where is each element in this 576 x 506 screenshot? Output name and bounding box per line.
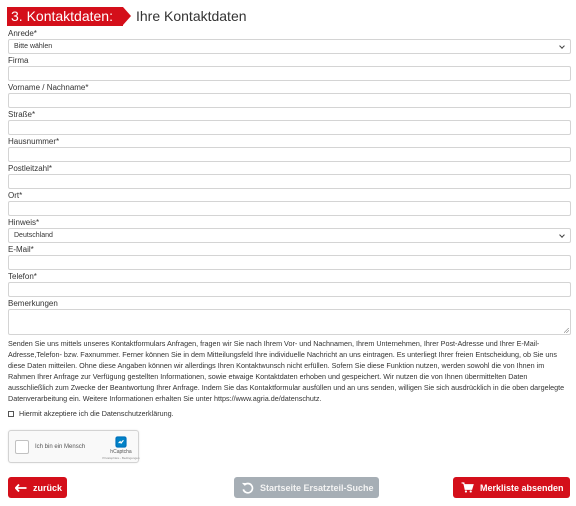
ort-label: Ort* bbox=[8, 191, 23, 200]
captcha-links[interactable]: Privatsphäre - Bedingungen bbox=[101, 456, 141, 460]
restart-search-label: Startseite Ersatzteil-Suche bbox=[260, 482, 374, 493]
strasse-label: Straße* bbox=[8, 110, 36, 119]
hcaptcha-logo-icon bbox=[115, 436, 127, 448]
consent-row[interactable]: Hiermit akzeptiere ich die Datenschutzer… bbox=[8, 409, 174, 418]
back-button-label: zurück bbox=[33, 482, 63, 493]
bemerkungen-textarea[interactable] bbox=[8, 309, 571, 335]
back-button[interactable]: zurück bbox=[8, 477, 67, 498]
resize-grip-icon[interactable] bbox=[564, 328, 569, 333]
land-value: Deutschland bbox=[14, 232, 53, 239]
submit-wishlist-button[interactable]: Merkliste absenden bbox=[453, 477, 570, 498]
captcha-label: Ich bin ein Mensch bbox=[35, 444, 86, 450]
privacy-notice: Senden Sie uns mittels unseres Kontaktfo… bbox=[8, 339, 565, 403]
cart-icon bbox=[461, 482, 474, 493]
captcha-widget: Ich bin ein Mensch hCaptcha Privatsphäre… bbox=[8, 430, 141, 463]
email-label: E-Mail* bbox=[8, 245, 34, 254]
arrow-left-icon bbox=[15, 483, 27, 492]
email-input[interactable] bbox=[8, 255, 571, 270]
firma-input[interactable] bbox=[8, 66, 571, 81]
undo-icon bbox=[241, 482, 254, 494]
anrede-select[interactable]: Bitte wählen bbox=[8, 39, 571, 54]
telefon-input[interactable] bbox=[8, 282, 571, 297]
hausnummer-label: Hausnummer* bbox=[8, 137, 60, 146]
submit-wishlist-label: Merkliste absenden bbox=[480, 482, 564, 493]
hausnummer-input[interactable] bbox=[8, 147, 571, 162]
land-select[interactable]: Deutschland bbox=[8, 228, 571, 243]
name-input[interactable] bbox=[8, 93, 571, 108]
bemerkungen-label: Bemerkungen bbox=[8, 299, 58, 308]
step-badge: 3. Kontaktdaten: bbox=[7, 7, 131, 26]
page-title: Ihre Kontaktdaten bbox=[136, 8, 247, 24]
anrede-value: Bitte wählen bbox=[14, 43, 53, 50]
consent-checkbox[interactable] bbox=[8, 410, 14, 417]
land-label: Hinweis* bbox=[8, 218, 40, 227]
ort-input[interactable] bbox=[8, 201, 571, 216]
chevron-down-icon bbox=[559, 232, 565, 238]
consent-label[interactable]: Hiermit akzeptiere ich die Datenschutzer… bbox=[19, 409, 174, 418]
restart-search-button[interactable]: Startseite Ersatzteil-Suche bbox=[234, 477, 379, 498]
name-label: Vorname / Nachname* bbox=[8, 83, 89, 92]
telefon-label: Telefon* bbox=[8, 272, 37, 281]
anrede-label: Anrede* bbox=[8, 29, 37, 38]
postleitzahl-input[interactable] bbox=[8, 174, 571, 189]
chevron-down-icon bbox=[559, 43, 565, 49]
captcha-checkbox[interactable] bbox=[15, 440, 29, 454]
captcha-brand: hCaptcha bbox=[110, 449, 132, 455]
postleitzahl-label: Postleitzahl* bbox=[8, 164, 53, 173]
strasse-input[interactable] bbox=[8, 120, 571, 135]
firma-label: Firma bbox=[8, 56, 29, 65]
